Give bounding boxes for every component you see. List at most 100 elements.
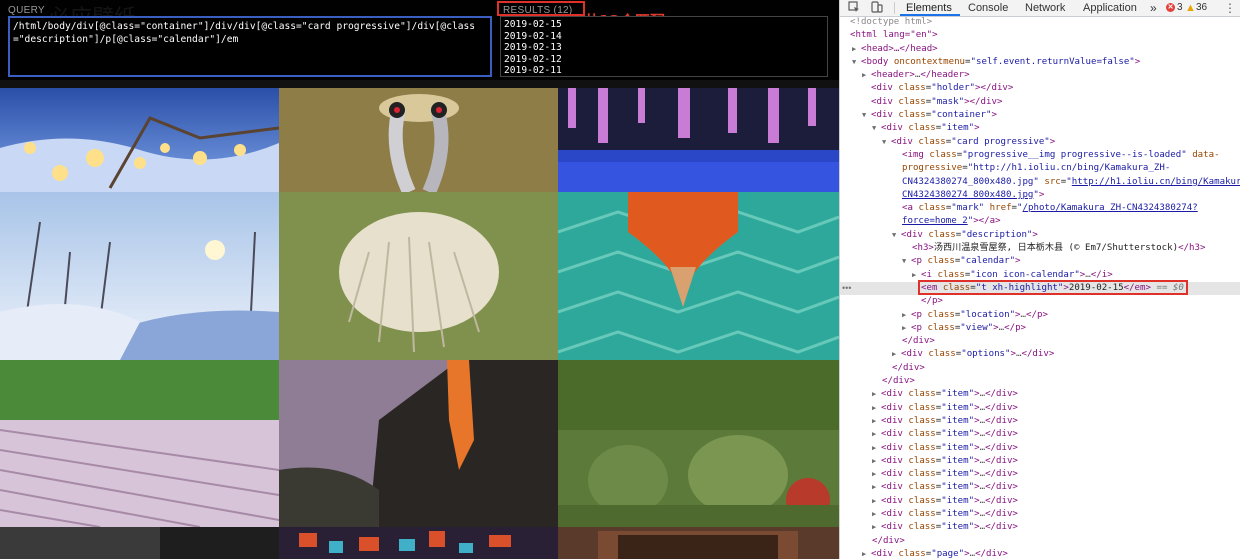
dom-node[interactable]: </p> [840,295,1240,308]
collapse-triangle-icon[interactable]: ▼ [862,109,871,122]
results-list: 2019-02-15 2019-02-14 2019-02-13 2019-02… [501,17,827,76]
expand-triangle-icon[interactable]: ▶ [872,495,881,508]
tile-blossom-field[interactable] [0,360,279,527]
dom-node[interactable]: ▶ <div class="item">…</div> [840,415,1240,428]
expand-triangle-icon[interactable]: ▶ [872,415,881,428]
dom-node[interactable]: ▶ <head>…</head> [840,43,1240,56]
dom-node[interactable]: ▶ <p class="location">…</p> [840,309,1240,322]
expand-triangle-icon[interactable]: ▶ [862,69,871,82]
dom-node[interactable]: <h3>汤西川温泉雪屋祭, 日本栃木县 (© Em7/Shutterstock)… [840,242,1240,255]
frayed-rope-photo-icon [279,192,558,360]
dom-node-selected[interactable]: <em class="t xh-highlight">2019-02-15</e… [840,281,1240,296]
dom-node[interactable]: ▶ <div class="item">…</div> [840,508,1240,521]
collapse-triangle-icon[interactable]: ▼ [872,122,881,135]
dom-node[interactable]: ▶ <div class="item">…</div> [840,428,1240,441]
tile-snow-lanterns[interactable] [0,88,279,192]
snowy-river-photo-icon [0,192,279,360]
dom-node[interactable]: <html lang="en"> [840,29,1240,42]
tile-topiary-garden[interactable] [558,360,839,527]
dom-node[interactable]: ▼ <div class="description"> [840,229,1240,242]
ellipsis-gutter-icon[interactable]: ••• [842,283,851,293]
tile-pencil-tip[interactable] [558,192,839,360]
dom-node[interactable]: ▶ <div class="item">…</div> [840,495,1240,508]
expand-triangle-icon[interactable]: ▶ [872,508,881,521]
topiary-garden-photo-icon [558,360,839,527]
query-text[interactable]: /html/body/div[@class="container"]/div/d… [13,20,483,46]
dom-node[interactable]: ▶ <i class="icon icon-calendar">…</i> [840,269,1240,282]
dom-node[interactable]: ▶ <div class="item">…</div> [840,468,1240,481]
dom-node[interactable]: </div> [840,362,1240,375]
dom-node[interactable]: </div> [840,375,1240,388]
dom-node[interactable]: ▶ <div class="item">…</div> [840,455,1240,468]
ice-cave-photo-icon [558,88,839,192]
dom-node[interactable]: ▼ <body oncontextmenu="self.event.returnV… [840,56,1240,69]
dom-node[interactable]: ▶ <div class="item">…</div> [840,521,1240,534]
dom-node[interactable]: ▶ <div class="item">…</div> [840,402,1240,415]
warning-icon[interactable]: ▲ [1185,1,1196,15]
device-toggle-icon[interactable] [870,1,884,15]
devtools-panel: Elements Console Network Application » ✕… [839,0,1240,559]
dom-node[interactable]: </div> [840,335,1240,348]
query-input[interactable]: /html/body/div[@class="container"]/div/d… [8,16,492,77]
kebab-menu-icon[interactable]: ⋮ [1224,0,1236,16]
collapse-triangle-icon[interactable]: ▼ [852,56,861,69]
expand-triangle-icon[interactable]: ▶ [872,428,881,441]
more-tabs-button[interactable]: » [1150,1,1157,16]
tile-firefall-cliff[interactable] [279,360,558,527]
dom-node[interactable]: <!doctype html> [840,16,1240,29]
expand-triangle-icon[interactable]: ▶ [872,481,881,494]
warning-count[interactable]: 36 [1196,1,1207,15]
dom-node[interactable]: ▶ <p class="view">…</p> [840,322,1240,335]
dom-tree[interactable]: <!doctype html> <html lang="en"> ▶ <head>… [840,16,1240,559]
collapse-triangle-icon[interactable]: ▼ [892,229,901,242]
results-output[interactable]: 2019-02-15 2019-02-14 2019-02-13 2019-02… [500,16,828,77]
tile-lantern-festival[interactable] [279,527,558,559]
dom-node[interactable]: ▼ <div class="card progressive"> [840,136,1240,149]
tile-door[interactable] [558,527,839,559]
dom-node[interactable]: ▶ <div class="item">…</div> [840,481,1240,494]
dom-node[interactable]: ▶ <div class="options">…</div> [840,348,1240,361]
expand-triangle-icon[interactable]: ▶ [862,548,871,559]
expand-triangle-icon[interactable]: ▶ [872,455,881,468]
toolbar-separator [894,2,895,14]
dom-node[interactable]: <div class="holder"></div> [840,82,1240,95]
dom-node[interactable]: <img class="progressive__img progressive… [840,149,1240,162]
collapse-triangle-icon[interactable]: ▼ [902,255,911,268]
tile-ice-cave[interactable] [558,88,839,192]
devtools-toolbar: Elements Console Network Application » ✕… [840,0,1240,17]
tab-network[interactable]: Network [1025,1,1065,16]
lantern-festival-photo-icon [279,527,558,559]
dom-node[interactable]: ▶ <div class="item">…</div> [840,388,1240,401]
dom-node[interactable]: </div> [840,535,1240,548]
expand-triangle-icon[interactable]: ▶ [872,388,881,401]
tile-snowy-river[interactable] [0,192,279,360]
expand-triangle-icon[interactable]: ▶ [892,348,901,361]
expand-triangle-icon[interactable]: ▶ [902,309,911,322]
tab-application[interactable]: Application [1083,1,1137,16]
inspect-icon[interactable] [847,1,861,15]
expand-triangle-icon[interactable]: ▶ [852,43,861,56]
dom-node[interactable]: ▶ <div class="item">…</div> [840,442,1240,455]
error-icon[interactable]: ✕ [1166,3,1175,12]
expand-triangle-icon[interactable]: ▶ [872,521,881,534]
dom-node-cont: force=home_2"></a> [902,216,1001,227]
expand-triangle-icon[interactable]: ▶ [912,269,921,282]
dom-node[interactable]: <a class="mark" href="/photo/Kamakura_ZH… [840,202,1240,215]
tile-frayed-rope[interactable] [279,192,558,360]
error-count[interactable]: 3 [1177,1,1183,15]
tab-console[interactable]: Console [968,1,1008,16]
result-item: 2019-02-14 [504,30,562,42]
dom-node[interactable]: <div class="mask"></div> [840,96,1240,109]
expand-triangle-icon[interactable]: ▶ [872,468,881,481]
expand-triangle-icon[interactable]: ▶ [902,322,911,335]
expand-triangle-icon[interactable]: ▶ [872,402,881,415]
expand-triangle-icon[interactable]: ▶ [872,442,881,455]
dom-node[interactable]: ▶ <div class="page">…</div> [840,548,1240,559]
dom-node[interactable]: ▶ <header>…</header> [840,69,1240,82]
dom-node[interactable]: ▼ <div class="container"> [840,109,1240,122]
dom-node[interactable]: ▼ <p class="calendar"> [840,255,1240,268]
dom-node[interactable]: ▼ <div class="item"> [840,122,1240,135]
collapse-triangle-icon[interactable]: ▼ [882,136,891,149]
tile-crowned-cranes[interactable] [279,88,558,192]
tile-dark[interactable] [0,527,279,559]
